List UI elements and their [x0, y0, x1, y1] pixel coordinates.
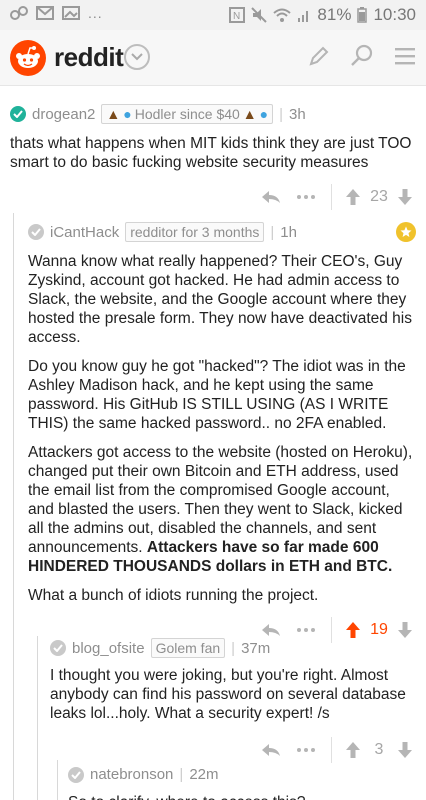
- snoo-icon: [16, 46, 40, 68]
- whale-icon: ●: [123, 106, 132, 122]
- mute-icon: [251, 7, 268, 23]
- wifi-icon: [273, 8, 292, 22]
- comment-age: 37m: [241, 639, 271, 657]
- nfc-icon: N: [229, 7, 246, 23]
- comment-age: 3h: [289, 105, 306, 123]
- more-button[interactable]: [291, 735, 321, 765]
- score: 3: [374, 741, 384, 758]
- gold-star-icon: [396, 222, 416, 242]
- more-button[interactable]: [291, 182, 321, 212]
- user-flair: Golem fan: [150, 638, 226, 658]
- app-bar: reddit: [0, 30, 426, 86]
- meta-separator: |: [179, 766, 184, 783]
- comment-paragraph: What a bunch of idiots running the proje…: [28, 587, 319, 604]
- flair-text: Hodler since $40: [134, 106, 240, 122]
- reply-icon: [262, 624, 280, 636]
- pencil-icon[interactable]: [308, 45, 330, 67]
- image-icon: [62, 6, 80, 20]
- verified-check-icon: [28, 224, 44, 240]
- search-icon[interactable]: [350, 44, 374, 68]
- comment-author[interactable]: blog_ofsite: [72, 640, 145, 657]
- verified-check-icon: [68, 766, 84, 783]
- comment-body: thats what happens when MIT kids think t…: [10, 135, 412, 171]
- verified-check-icon: [10, 106, 26, 122]
- upvote-button[interactable]: [342, 182, 364, 212]
- flair-text: Golem fan: [155, 640, 221, 656]
- score: 23: [370, 188, 388, 205]
- downvote-icon: [398, 622, 412, 638]
- cell-signal-icon: [298, 11, 309, 22]
- downvote-icon: [398, 742, 412, 758]
- upvote-button[interactable]: [342, 735, 364, 765]
- comment-age: 22m: [189, 766, 219, 783]
- meta-separator: |: [270, 223, 275, 241]
- upvote-icon: [346, 622, 360, 638]
- downvote-button[interactable]: [394, 182, 416, 212]
- comment-body: I thought you were joking, but you're ri…: [50, 667, 406, 722]
- subreddit-dropdown[interactable]: [124, 44, 150, 70]
- flair-text: redditor for 3 months: [130, 224, 260, 240]
- more-icon: [297, 628, 315, 632]
- comment-author[interactable]: drogean2: [32, 106, 95, 123]
- comment-paragraph: Wanna know what really happened? Their C…: [28, 253, 412, 346]
- more-notifications: ...: [88, 5, 103, 21]
- reddit-logo[interactable]: [10, 40, 46, 76]
- menu-icon[interactable]: [394, 46, 416, 66]
- upvote-icon: [346, 189, 360, 205]
- app-title: reddit: [54, 42, 124, 72]
- downvote-button[interactable]: [394, 735, 416, 765]
- user-flair: ▲ ● Hodler since $40 ▲ ●: [101, 104, 274, 124]
- bull-icon: ▲: [242, 106, 257, 122]
- comment-paragraph: Do you know guy he got "hacked"? The idi…: [28, 358, 406, 432]
- reply-icon: [262, 191, 280, 203]
- more-icon: [297, 195, 315, 199]
- meta-separator: |: [279, 105, 284, 123]
- chevron-down-icon: [131, 53, 143, 61]
- battery-percent: 81%: [317, 5, 352, 24]
- divider: [331, 737, 332, 763]
- comment-body: So to clarify, where to access this?: [0, 783, 426, 800]
- reply-button[interactable]: [251, 182, 291, 212]
- comment: natebronson | 22m So to clarify, where t…: [0, 766, 426, 800]
- comment-age: 1h: [280, 223, 297, 241]
- downvote-icon: [398, 189, 412, 205]
- upvote-icon: [346, 742, 360, 758]
- meta-separator: |: [231, 639, 236, 657]
- comment: iCantHack redditor for 3 months | 1h Wan…: [0, 222, 426, 645]
- whale-icon: ●: [259, 106, 269, 122]
- battery-icon: [357, 7, 368, 23]
- comment: drogean2 ▲ ● Hodler since $40 ▲ ● | 3h t…: [0, 104, 426, 212]
- comment-author[interactable]: iCantHack: [50, 224, 119, 241]
- status-bar: ... N 81% 10:30: [0, 0, 426, 30]
- divider: [331, 184, 332, 210]
- svg-text:N: N: [233, 11, 240, 22]
- reply-button[interactable]: [251, 735, 291, 765]
- bull-icon: ▲: [106, 106, 121, 122]
- comment: blog_ofsite Golem fan | 37m I thought yo…: [0, 638, 426, 765]
- verified-check-icon: [50, 640, 66, 656]
- reply-icon: [262, 744, 280, 756]
- more-icon: [297, 748, 315, 752]
- signal-notify-icon: [10, 6, 28, 20]
- comment-body: Wanna know what really happened? Their C…: [0, 242, 426, 605]
- comment-author[interactable]: natebronson: [90, 766, 173, 783]
- mail-icon: [36, 6, 54, 20]
- clock: 10:30: [373, 5, 416, 24]
- comment-paragraph: Attackers got access to the website (hos…: [28, 443, 414, 576]
- notification-icons: ...: [10, 5, 103, 21]
- user-flair: redditor for 3 months: [125, 222, 265, 242]
